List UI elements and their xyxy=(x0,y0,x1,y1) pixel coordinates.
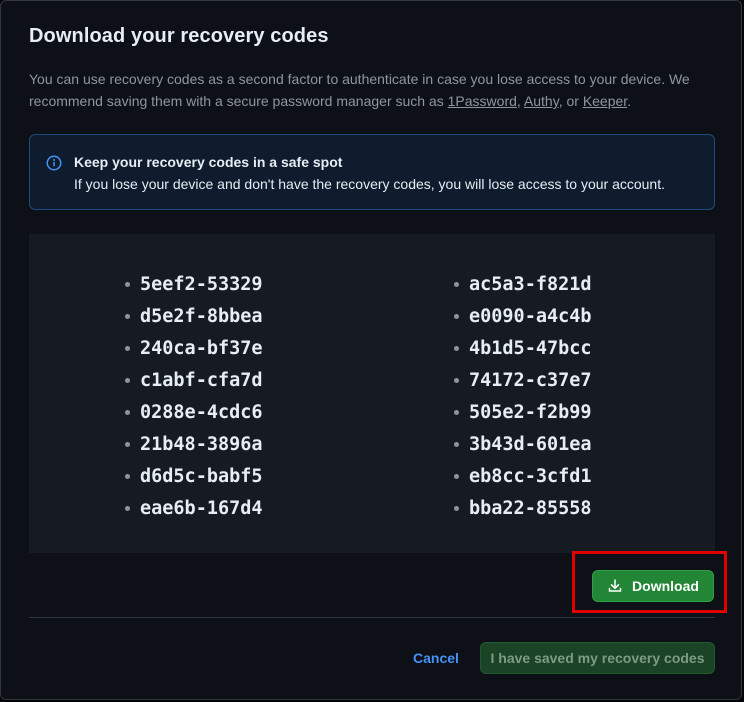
recovery-code: 21b48-3896a xyxy=(125,428,263,460)
safe-spot-notice: Keep your recovery codes in a safe spot … xyxy=(29,134,715,210)
recovery-code-text: ac5a3-f821d xyxy=(469,273,592,295)
recovery-code-text: d6d5c-babf5 xyxy=(140,465,263,487)
recovery-code-text: 3b43d-601ea xyxy=(469,433,592,455)
recovery-code: 3b43d-601ea xyxy=(454,428,592,460)
recovery-code-text: 0288e-4cdc6 xyxy=(140,401,263,423)
recovery-code-text: 505e2-f2b99 xyxy=(469,401,592,423)
recovery-code: bba22-85558 xyxy=(454,492,592,524)
recovery-code: e0090-a4c4b xyxy=(454,300,592,332)
recovery-code-text: 5eef2-53329 xyxy=(140,273,263,295)
recovery-code: 0288e-4cdc6 xyxy=(125,396,263,428)
recovery-code-text: bba22-85558 xyxy=(469,497,592,519)
dialog-description: You can use recovery codes as a second f… xyxy=(29,68,719,112)
recovery-code: c1abf-cfa7d xyxy=(125,364,263,396)
recovery-code-text: 74172-c37e7 xyxy=(469,369,592,391)
notice-title: Keep your recovery codes in a safe spot xyxy=(74,154,343,170)
saved-codes-button[interactable]: I have saved my recovery codes xyxy=(480,642,715,674)
link-keeper[interactable]: Keeper xyxy=(583,93,627,109)
recovery-codes-dialog: Download your recovery codes You can use… xyxy=(0,0,742,700)
recovery-code-text: 21b48-3896a xyxy=(140,433,263,455)
recovery-code: d6d5c-babf5 xyxy=(125,460,263,492)
dialog-title: Download your recovery codes xyxy=(29,25,329,47)
recovery-code-text: 240ca-bf37e xyxy=(140,337,263,359)
footer-divider xyxy=(29,617,715,618)
cancel-button[interactable]: Cancel xyxy=(405,642,467,674)
recovery-codes-box: 5eef2-53329 d5e2f-8bbea 240ca-bf37e c1ab… xyxy=(29,234,715,553)
recovery-code: 240ca-bf37e xyxy=(125,332,263,364)
download-button[interactable]: Download xyxy=(592,570,714,602)
codes-column-right: ac5a3-f821d e0090-a4c4b 4b1d5-47bcc 7417… xyxy=(454,268,592,524)
info-icon xyxy=(46,155,62,171)
description-separator: , or xyxy=(558,93,583,109)
recovery-code: ac5a3-f821d xyxy=(454,268,592,300)
recovery-code-text: c1abf-cfa7d xyxy=(140,369,263,391)
recovery-code-text: d5e2f-8bbea xyxy=(140,305,263,327)
recovery-code: d5e2f-8bbea xyxy=(125,300,263,332)
link-authy[interactable]: Authy xyxy=(524,93,559,109)
recovery-code: eae6b-167d4 xyxy=(125,492,263,524)
recovery-code-text: eb8cc-3cfd1 xyxy=(469,465,592,487)
download-icon xyxy=(608,579,622,592)
recovery-code: 505e2-f2b99 xyxy=(454,396,592,428)
description-end: . xyxy=(627,93,632,109)
recovery-code: eb8cc-3cfd1 xyxy=(454,460,592,492)
description-separator: , xyxy=(516,93,524,109)
link-1password[interactable]: 1Password xyxy=(448,93,517,109)
recovery-code: 4b1d5-47bcc xyxy=(454,332,592,364)
recovery-code: 5eef2-53329 xyxy=(125,268,263,300)
recovery-code: 74172-c37e7 xyxy=(454,364,592,396)
codes-column-left: 5eef2-53329 d5e2f-8bbea 240ca-bf37e c1ab… xyxy=(125,268,263,524)
recovery-code-text: eae6b-167d4 xyxy=(140,497,263,519)
notice-text: If you lose your device and don't have t… xyxy=(74,176,665,192)
download-label: Download xyxy=(632,578,699,594)
recovery-code-text: e0090-a4c4b xyxy=(469,305,592,327)
recovery-code-text: 4b1d5-47bcc xyxy=(469,337,592,359)
